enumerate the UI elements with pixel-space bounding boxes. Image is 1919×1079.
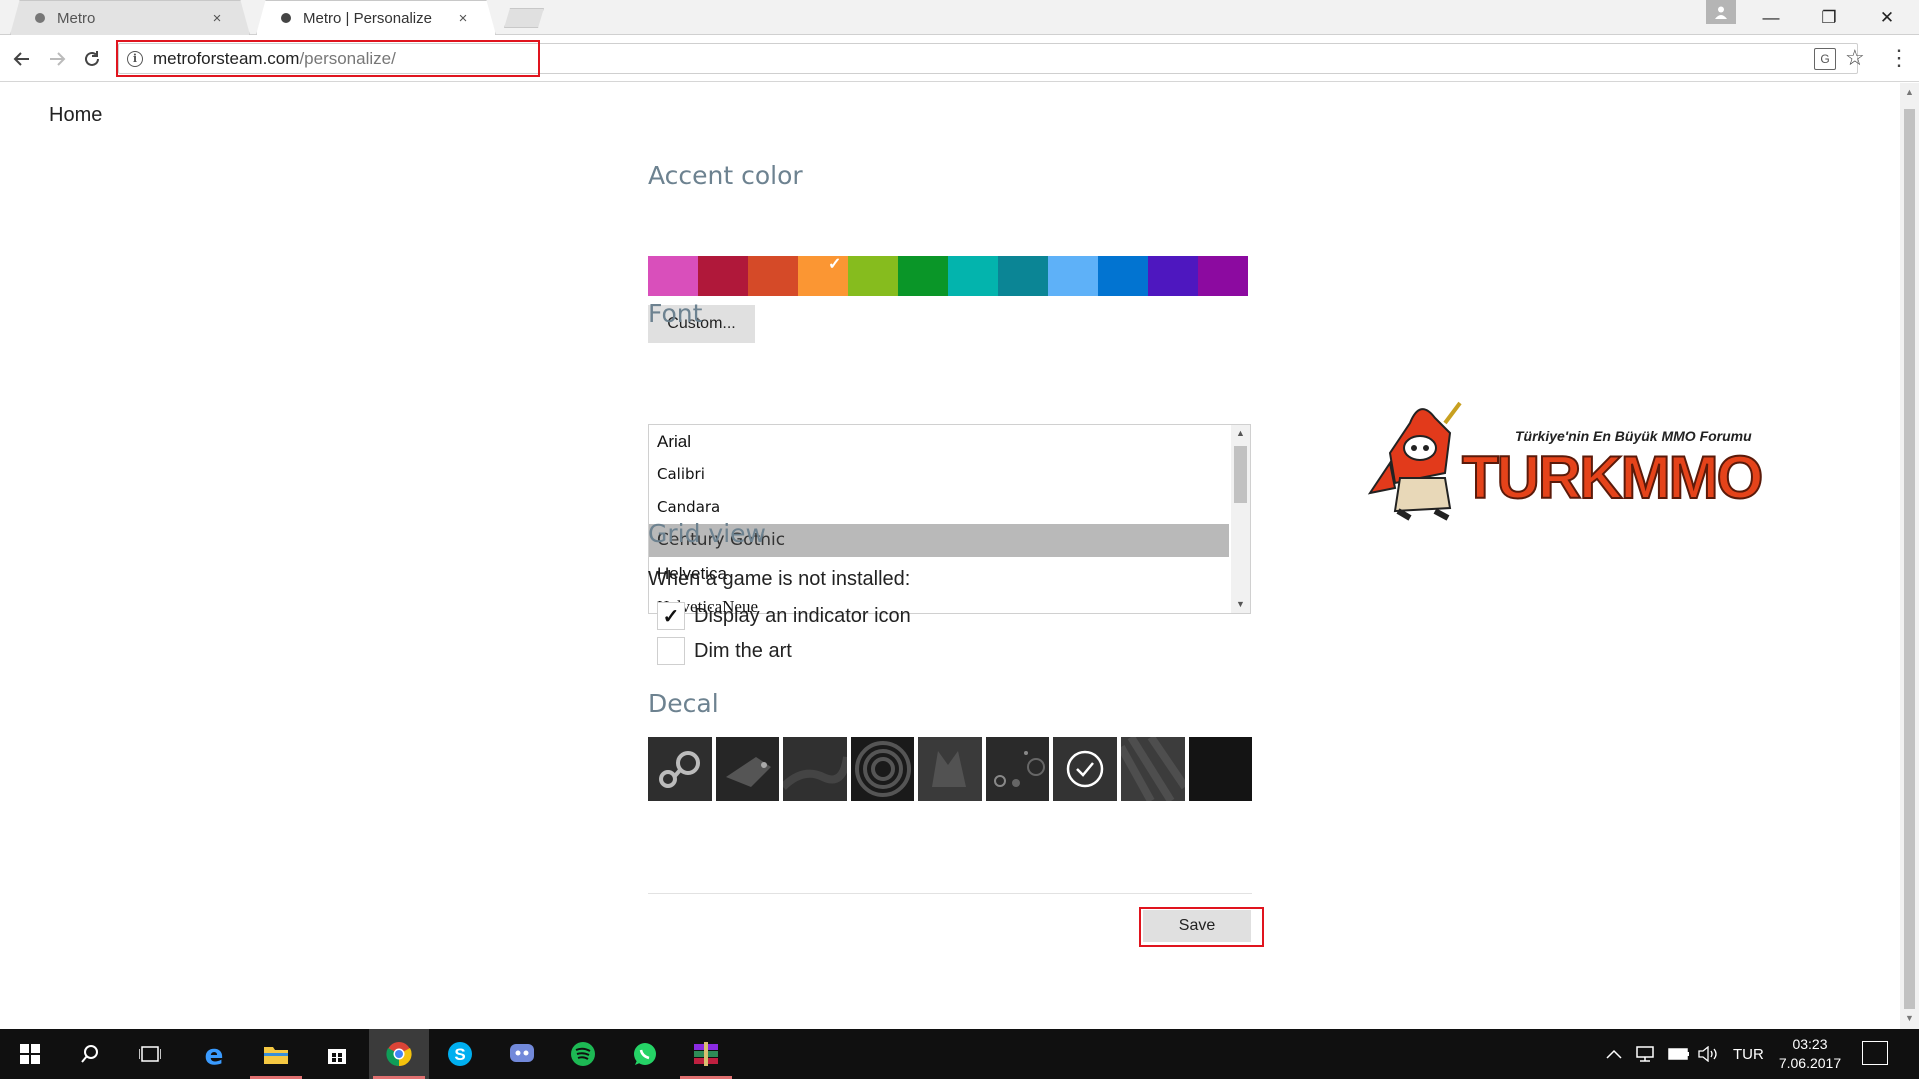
check-icon: ✓ <box>662 605 680 628</box>
tab-favicon <box>281 13 291 23</box>
tab-strip: Metro × Metro | Personalize × — ❐ ✕ <box>0 0 1919 35</box>
accent-swatch[interactable] <box>648 256 698 296</box>
display-indicator-checkbox[interactable]: ✓ <box>657 602 685 630</box>
decal-divider <box>648 893 1252 894</box>
file-explorer-icon[interactable] <box>246 1029 306 1079</box>
save-highlight-box <box>1139 907 1264 947</box>
checkbox-label: Display an indicator icon <box>694 604 911 627</box>
minimize-button[interactable]: — <box>1742 0 1800 35</box>
decal-steam[interactable] <box>648 737 712 801</box>
close-window-button[interactable]: ✕ <box>1858 0 1916 35</box>
font-option[interactable]: Calibri <box>649 458 1229 491</box>
accent-swatch[interactable] <box>1098 256 1148 296</box>
grid-view-prompt: When a game is not installed: <box>648 568 911 590</box>
back-arrow-icon[interactable] <box>8 45 36 73</box>
tab-close-icon[interactable]: × <box>207 10 227 27</box>
display-indicator-option[interactable]: ✓ Display an indicator icon <box>657 601 911 631</box>
decal-bubbles[interactable] <box>985 737 1050 801</box>
tab-close-icon[interactable]: × <box>453 10 473 27</box>
task-view-icon[interactable] <box>120 1029 180 1079</box>
font-list-scrollbar[interactable]: ▲ ▼ <box>1231 425 1250 613</box>
scroll-up-icon[interactable]: ▲ <box>1236 428 1245 438</box>
taskbar-clock[interactable]: 03:23 7.06.2017 <box>1760 1035 1860 1073</box>
accent-swatches: ✓ <box>648 256 1248 296</box>
decal-smoke[interactable] <box>783 737 847 801</box>
tab-label: Metro <box>57 9 96 27</box>
page-scroll-thumb[interactable] <box>1904 109 1915 1009</box>
tray-chevron-icon[interactable] <box>1606 1029 1622 1079</box>
discord-icon[interactable] <box>492 1029 552 1079</box>
whatsapp-icon[interactable] <box>615 1029 675 1079</box>
url-highlight-box <box>116 40 540 77</box>
translate-icon[interactable]: G <box>1814 48 1836 70</box>
bookmark-star-icon[interactable]: ☆ <box>1845 45 1865 71</box>
tab-label: Metro | Personalize <box>303 9 432 27</box>
font-option[interactable]: Arial <box>649 425 1229 458</box>
accent-color-title: Accent color <box>648 161 803 190</box>
search-icon[interactable] <box>60 1029 120 1079</box>
dim-art-option[interactable]: Dim the art <box>657 636 792 666</box>
turkmmo-logo: Türkiye'nin En Büyük MMO Forumu TURKMMO <box>1350 393 1770 533</box>
accent-swatch[interactable] <box>748 256 798 296</box>
winrar-icon[interactable] <box>676 1029 736 1079</box>
browser-toolbar: i metroforsteam.com/personalize/ G ☆ ⋮ <box>0 35 1919 82</box>
scroll-thumb[interactable] <box>1234 446 1247 503</box>
accent-swatch[interactable] <box>898 256 948 296</box>
skype-icon[interactable]: S <box>430 1029 490 1079</box>
windows-taskbar: e S TUR 03:23 7.06.2017 <box>0 1029 1919 1079</box>
decal-cat[interactable] <box>918 737 982 801</box>
action-center-icon[interactable] <box>1862 1041 1888 1065</box>
spotify-icon[interactable] <box>553 1029 613 1079</box>
font-title: Font <box>648 299 703 328</box>
volume-icon[interactable] <box>1698 1029 1720 1079</box>
logo-wordmark: TURKMMO <box>1461 443 1764 512</box>
grid-view-title: Grid view <box>648 519 766 548</box>
checkbox-label: Dim the art <box>694 639 792 662</box>
svg-text:S: S <box>454 1045 465 1064</box>
edge-icon[interactable]: e <box>184 1029 244 1079</box>
clock-date: 7.06.2017 <box>1778 1055 1842 1071</box>
battery-icon[interactable] <box>1668 1029 1690 1079</box>
network-icon[interactable] <box>1636 1029 1656 1079</box>
chrome-icon[interactable] <box>369 1029 429 1079</box>
new-tab-button[interactable] <box>504 8 544 28</box>
scroll-down-icon[interactable]: ▼ <box>1905 1013 1914 1023</box>
dim-art-checkbox[interactable] <box>657 637 685 665</box>
accent-swatch[interactable] <box>848 256 898 296</box>
accent-swatch[interactable] <box>998 256 1048 296</box>
logo-tagline: Türkiye'nin En Büyük MMO Forumu <box>1515 428 1752 444</box>
accent-swatch[interactable] <box>1048 256 1098 296</box>
store-icon[interactable] <box>307 1029 367 1079</box>
decal-bird[interactable] <box>715 737 780 801</box>
decal-selected[interactable] <box>1053 737 1117 801</box>
tab-metro-personalize[interactable]: Metro | Personalize × <box>256 0 496 35</box>
tab-favicon <box>35 13 45 23</box>
restore-button[interactable]: ❐ <box>1800 0 1858 35</box>
scroll-down-icon[interactable]: ▼ <box>1236 599 1245 609</box>
page-scrollbar[interactable]: ▲ ▼ <box>1900 83 1919 1029</box>
page-content: Home Accent color ✓ Custom... Font Arial… <box>0 83 1900 1029</box>
decal-plain[interactable] <box>1188 737 1253 801</box>
tab-metro[interactable]: Metro × <box>10 0 250 35</box>
home-link[interactable]: Home <box>49 104 102 127</box>
selected-check-icon: ✓ <box>828 256 842 273</box>
reload-icon[interactable] <box>78 45 106 73</box>
accent-swatch[interactable] <box>1148 256 1198 296</box>
scroll-up-icon[interactable]: ▲ <box>1905 87 1914 97</box>
browser-menu-icon[interactable]: ⋮ <box>1888 45 1910 71</box>
decal-rays[interactable] <box>1120 737 1185 801</box>
profile-icon[interactable] <box>1706 0 1736 24</box>
forward-arrow-icon[interactable] <box>43 45 71 73</box>
windows-start-icon[interactable] <box>0 1029 60 1079</box>
decal-title: Decal <box>648 689 719 718</box>
accent-swatch[interactable]: ✓ <box>798 256 848 296</box>
decal-spiral[interactable] <box>850 737 915 801</box>
accent-swatch[interactable] <box>1198 256 1248 296</box>
decal-tiles <box>648 737 1253 801</box>
accent-swatch[interactable] <box>948 256 998 296</box>
accent-swatch[interactable] <box>698 256 748 296</box>
clock-time: 03:23 <box>1792 1036 1828 1052</box>
